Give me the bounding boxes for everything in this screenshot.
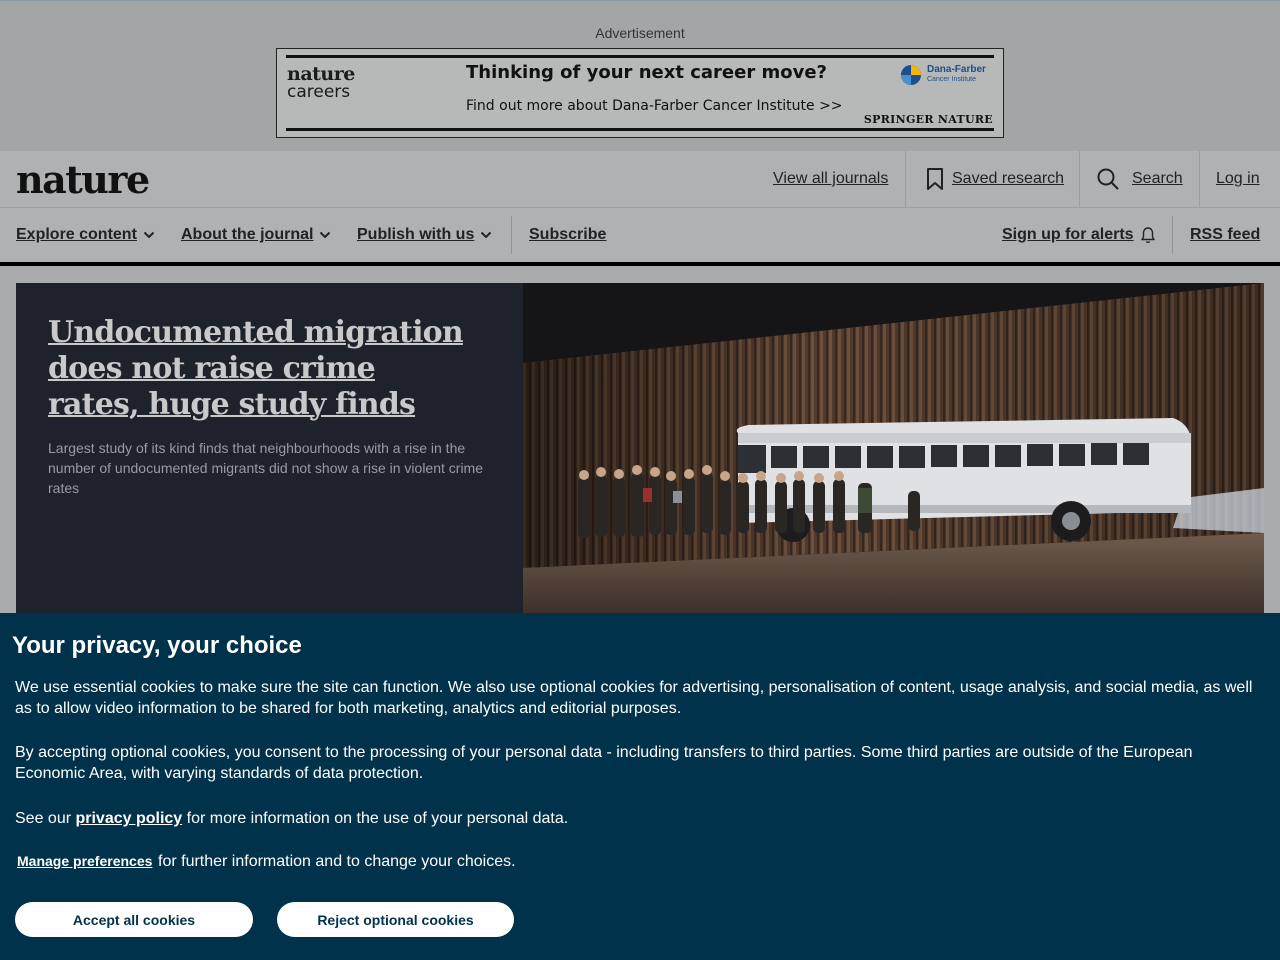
- about-journal-menu[interactable]: About the journal: [181, 208, 331, 262]
- privacy-policy-link[interactable]: privacy policy: [75, 810, 182, 827]
- nav-divider: [511, 216, 512, 254]
- cookie-paragraph-privacy: See our privacy policy for more informat…: [15, 808, 1265, 829]
- bell-icon: [1140, 227, 1155, 244]
- dana-farber-logo: Dana-Farber Cancer Institute: [901, 64, 993, 86]
- publish-with-us-label: Publish with us: [357, 226, 475, 243]
- publish-with-us-menu[interactable]: Publish with us: [357, 208, 492, 262]
- hero-article-title[interactable]: Undocumented migration does not raise cr…: [48, 315, 468, 423]
- bookmark-icon: [927, 168, 943, 190]
- search-icon: [1097, 168, 1119, 190]
- chevron-down-icon: [143, 231, 155, 239]
- rss-feed-link[interactable]: RSS feed: [1190, 208, 1260, 262]
- view-all-journals-link[interactable]: View all journals: [773, 151, 888, 207]
- site-header: nature View all journals Saved research …: [0, 151, 1280, 208]
- sign-up-alerts-label: Sign up for alerts: [1002, 226, 1134, 243]
- subscribe-link[interactable]: Subscribe: [529, 208, 606, 262]
- nature-logo[interactable]: nature: [16, 157, 150, 202]
- advertisement-label: Advertisement: [595, 25, 685, 41]
- login-link[interactable]: Log in: [1216, 151, 1260, 207]
- saved-research-label: Saved research: [952, 170, 1065, 187]
- rss-feed-label: RSS feed: [1190, 226, 1261, 243]
- advertisement-banner[interactable]: nature careers Thinking of your next car…: [276, 48, 1004, 138]
- springer-nature-logo: SPRINGER NATURE: [863, 113, 993, 126]
- search-link[interactable]: Search: [1097, 151, 1183, 207]
- cookie-paragraph-consent: By accepting optional cookies, you conse…: [15, 744, 1193, 782]
- chevron-down-icon: [481, 231, 492, 239]
- header-divider: [905, 151, 906, 207]
- ad-subline: Find out more about Dana-Farber Cancer I…: [466, 98, 843, 114]
- hero-article-description: Largest study of its kind finds that nei…: [48, 440, 483, 496]
- about-journal-label: About the journal: [181, 226, 314, 243]
- sign-up-alerts-link[interactable]: Sign up for alerts: [1002, 208, 1156, 262]
- accept-all-cookies-button[interactable]: Accept all cookies: [15, 902, 253, 937]
- border-bus-photo: [523, 283, 1264, 613]
- header-divider: [1079, 151, 1080, 207]
- ad-headline: Thinking of your next career move?: [466, 62, 827, 83]
- privacy-text-after: for more information on the use of your …: [182, 810, 569, 827]
- nature-careers-logo-sub: careers: [287, 82, 351, 102]
- journal-nav: Explore content About the journal Publis…: [0, 208, 1280, 262]
- sponsor-name: Dana-Farber: [927, 64, 986, 75]
- chevron-down-icon: [320, 231, 331, 239]
- manage-preferences-text: for further information and to change yo…: [158, 853, 516, 870]
- advertisement-band: Advertisement nature careers Thinking of…: [0, 0, 1280, 151]
- nav-divider: [1172, 216, 1173, 254]
- manage-preferences-link[interactable]: Manage preferences: [17, 853, 152, 869]
- saved-research-link[interactable]: Saved research: [925, 151, 1064, 207]
- subscribe-label: Subscribe: [529, 226, 607, 243]
- cookie-paragraph-essential: We use essential cookies to make sure th…: [15, 679, 1253, 717]
- cookie-title: Your privacy, your choice: [12, 632, 302, 659]
- sponsor-sub: Cancer Institute: [927, 76, 977, 83]
- privacy-text-before: See our: [15, 810, 76, 827]
- hero-article-card[interactable]: Undocumented migration does not raise cr…: [16, 283, 523, 613]
- hero-article-image[interactable]: [523, 283, 1264, 613]
- search-label: Search: [1132, 170, 1183, 187]
- login-label: Log in: [1216, 170, 1260, 187]
- cookie-consent-banner: Your privacy, your choice We use essenti…: [0, 613, 1280, 960]
- explore-content-label: Explore content: [16, 226, 137, 243]
- header-divider: [1199, 151, 1200, 207]
- dana-farber-logo-icon: [901, 65, 921, 85]
- view-all-journals-label: View all journals: [773, 170, 889, 187]
- explore-content-menu[interactable]: Explore content: [16, 208, 155, 262]
- reject-optional-cookies-button[interactable]: Reject optional cookies: [277, 902, 514, 937]
